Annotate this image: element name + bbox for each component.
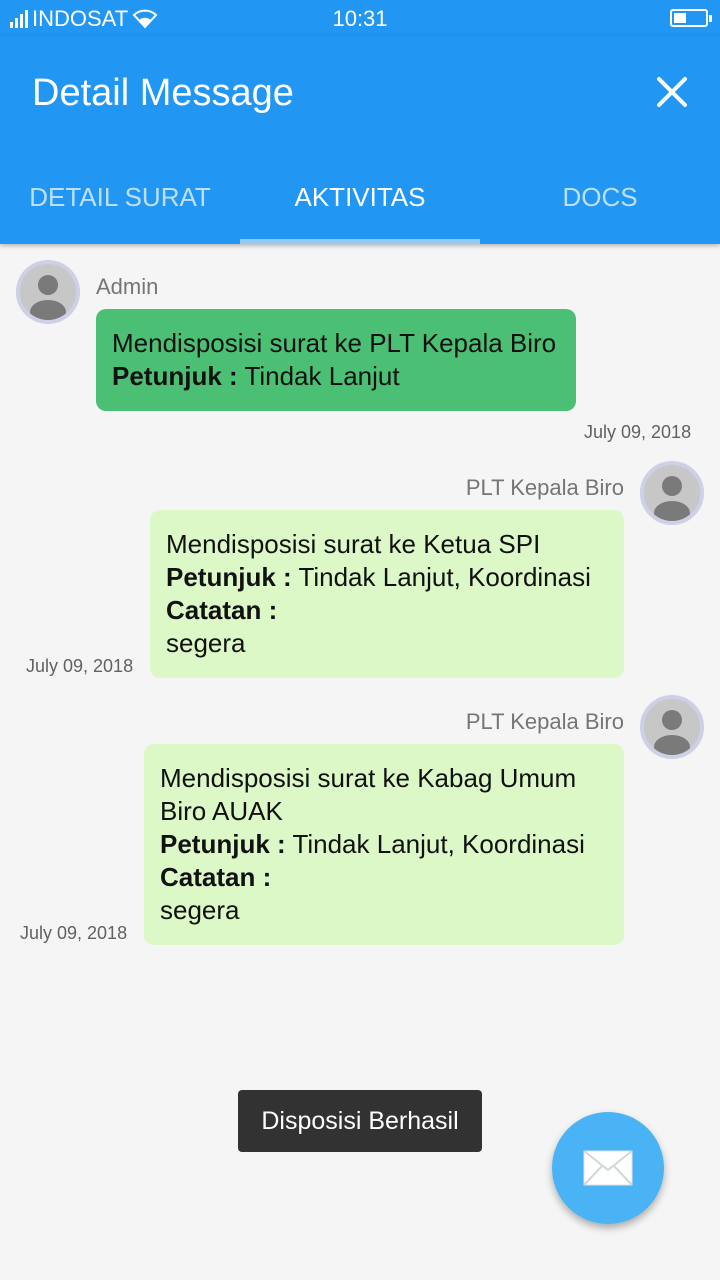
toast-message: Disposisi Berhasil xyxy=(238,1090,482,1152)
message-sender: PLT Kepala Biro xyxy=(465,475,624,500)
message-bubble: Mendisposisi surat ke Ketua SPI Petunjuk… xyxy=(150,510,624,678)
status-time: 10:31 xyxy=(332,6,388,31)
envelope-icon xyxy=(583,1150,633,1186)
message-text: Mendisposisi surat ke Kabag Umum Biro AU… xyxy=(160,763,577,826)
message-sender: PLT Kepala Biro xyxy=(465,709,624,734)
message-petunjuk: Petunjuk : Tindak Lanjut, Koordinasi xyxy=(160,828,608,861)
avatar xyxy=(16,260,80,324)
petunjuk-label: Petunjuk : xyxy=(160,829,286,859)
message-bubble: Mendisposisi surat ke PLT Kepala Biro Pe… xyxy=(96,309,576,411)
catatan-value: segera xyxy=(160,895,240,925)
message-text: Mendisposisi surat ke Ketua SPI xyxy=(166,529,541,559)
message-petunjuk: Petunjuk : Tindak Lanjut xyxy=(112,360,560,393)
close-icon[interactable] xyxy=(652,68,692,116)
petunjuk-label: Petunjuk : xyxy=(166,562,292,592)
message-sender: Admin xyxy=(96,274,159,299)
tab-aktivitas[interactable]: AKTIVITAS xyxy=(240,162,480,244)
app-bar: Detail Message DETAIL SURAT AKTIVITAS DO… xyxy=(0,36,720,244)
battery-icon xyxy=(670,9,712,27)
catatan-value: segera xyxy=(166,628,246,658)
message-date: July 09, 2018 xyxy=(584,422,692,442)
tab-detail-surat[interactable]: DETAIL SURAT xyxy=(0,162,240,244)
status-bar: INDOSAT 10:31 xyxy=(0,0,720,36)
message-catatan: Catatan : xyxy=(166,594,608,627)
message-petunjuk: Petunjuk : Tindak Lanjut, Koordinasi xyxy=(166,561,608,594)
page-title: Detail Message xyxy=(32,72,294,114)
tab-docs[interactable]: DOCS xyxy=(480,162,720,244)
message-bubble: Mendisposisi surat ke Kabag Umum Biro AU… xyxy=(144,744,624,945)
petunjuk-value: Tindak Lanjut, Koordinasi xyxy=(292,829,585,859)
message-catatan: Catatan : xyxy=(160,861,608,894)
message-text: Mendisposisi surat ke PLT Kepala Biro xyxy=(112,328,557,358)
catatan-label: Catatan : xyxy=(166,595,278,625)
catatan-label: Catatan : xyxy=(160,862,272,892)
petunjuk-value: Tindak Lanjut xyxy=(244,361,400,391)
avatar xyxy=(640,695,704,759)
avatar xyxy=(640,461,704,525)
petunjuk-label: Petunjuk : xyxy=(112,361,238,391)
message-date: July 09, 2018 xyxy=(26,656,134,676)
petunjuk-value: Tindak Lanjut, Koordinasi xyxy=(298,562,591,592)
tab-bar: DETAIL SURAT AKTIVITAS DOCS xyxy=(0,162,720,244)
compose-button[interactable] xyxy=(552,1112,664,1224)
message-date: July 09, 2018 xyxy=(20,923,128,943)
